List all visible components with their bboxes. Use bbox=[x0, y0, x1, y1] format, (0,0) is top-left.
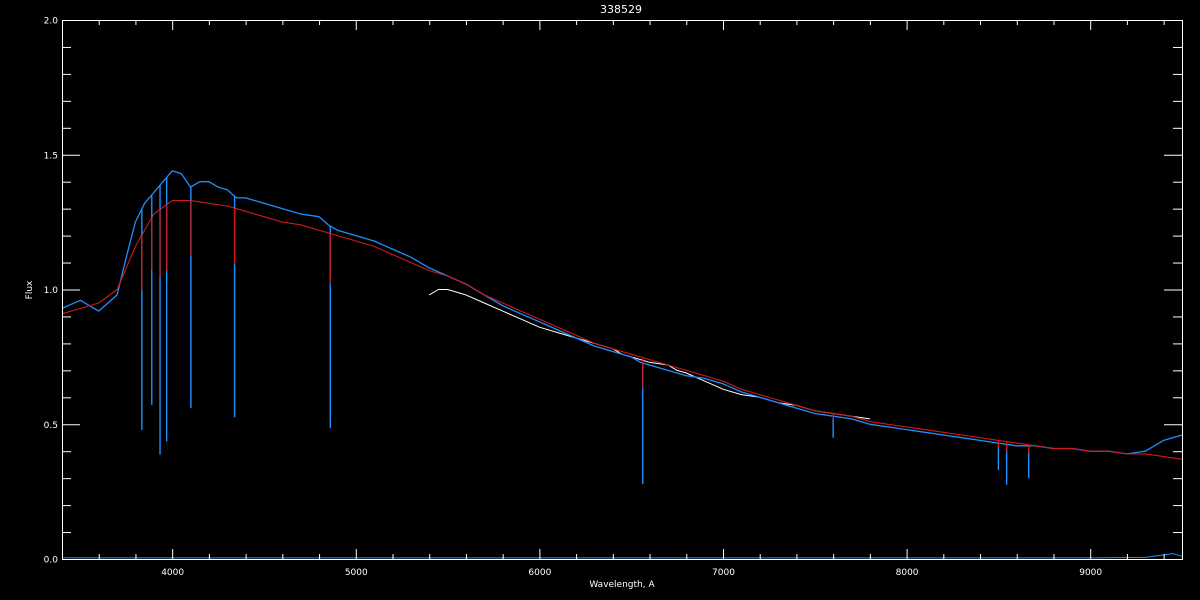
x-axis-title: Wavelength, A bbox=[589, 580, 655, 590]
y-tick-label: 0.0 bbox=[44, 556, 59, 566]
x-tick-label: 6000 bbox=[528, 568, 551, 578]
x-tick-label: 9000 bbox=[1079, 568, 1102, 578]
y-axis-title: Flux bbox=[25, 280, 35, 299]
x-tick-label: 8000 bbox=[896, 568, 919, 578]
y-tick-label: 0.5 bbox=[44, 421, 58, 431]
y-tick-label: 1.0 bbox=[44, 286, 59, 296]
spectrum-chart: 338529 4000 5000 6000 7000 8000 9000 0.0 0.5 1.… bbox=[0, 0, 1200, 600]
x-tick-label: 4000 bbox=[161, 568, 184, 578]
y-tick-label: 2.0 bbox=[44, 17, 59, 27]
chart-background bbox=[0, 0, 1200, 600]
y-tick-label: 1.5 bbox=[44, 151, 58, 161]
chart-title: 338529 bbox=[600, 3, 642, 16]
x-tick-label: 5000 bbox=[345, 568, 368, 578]
x-tick-label: 7000 bbox=[712, 568, 735, 578]
